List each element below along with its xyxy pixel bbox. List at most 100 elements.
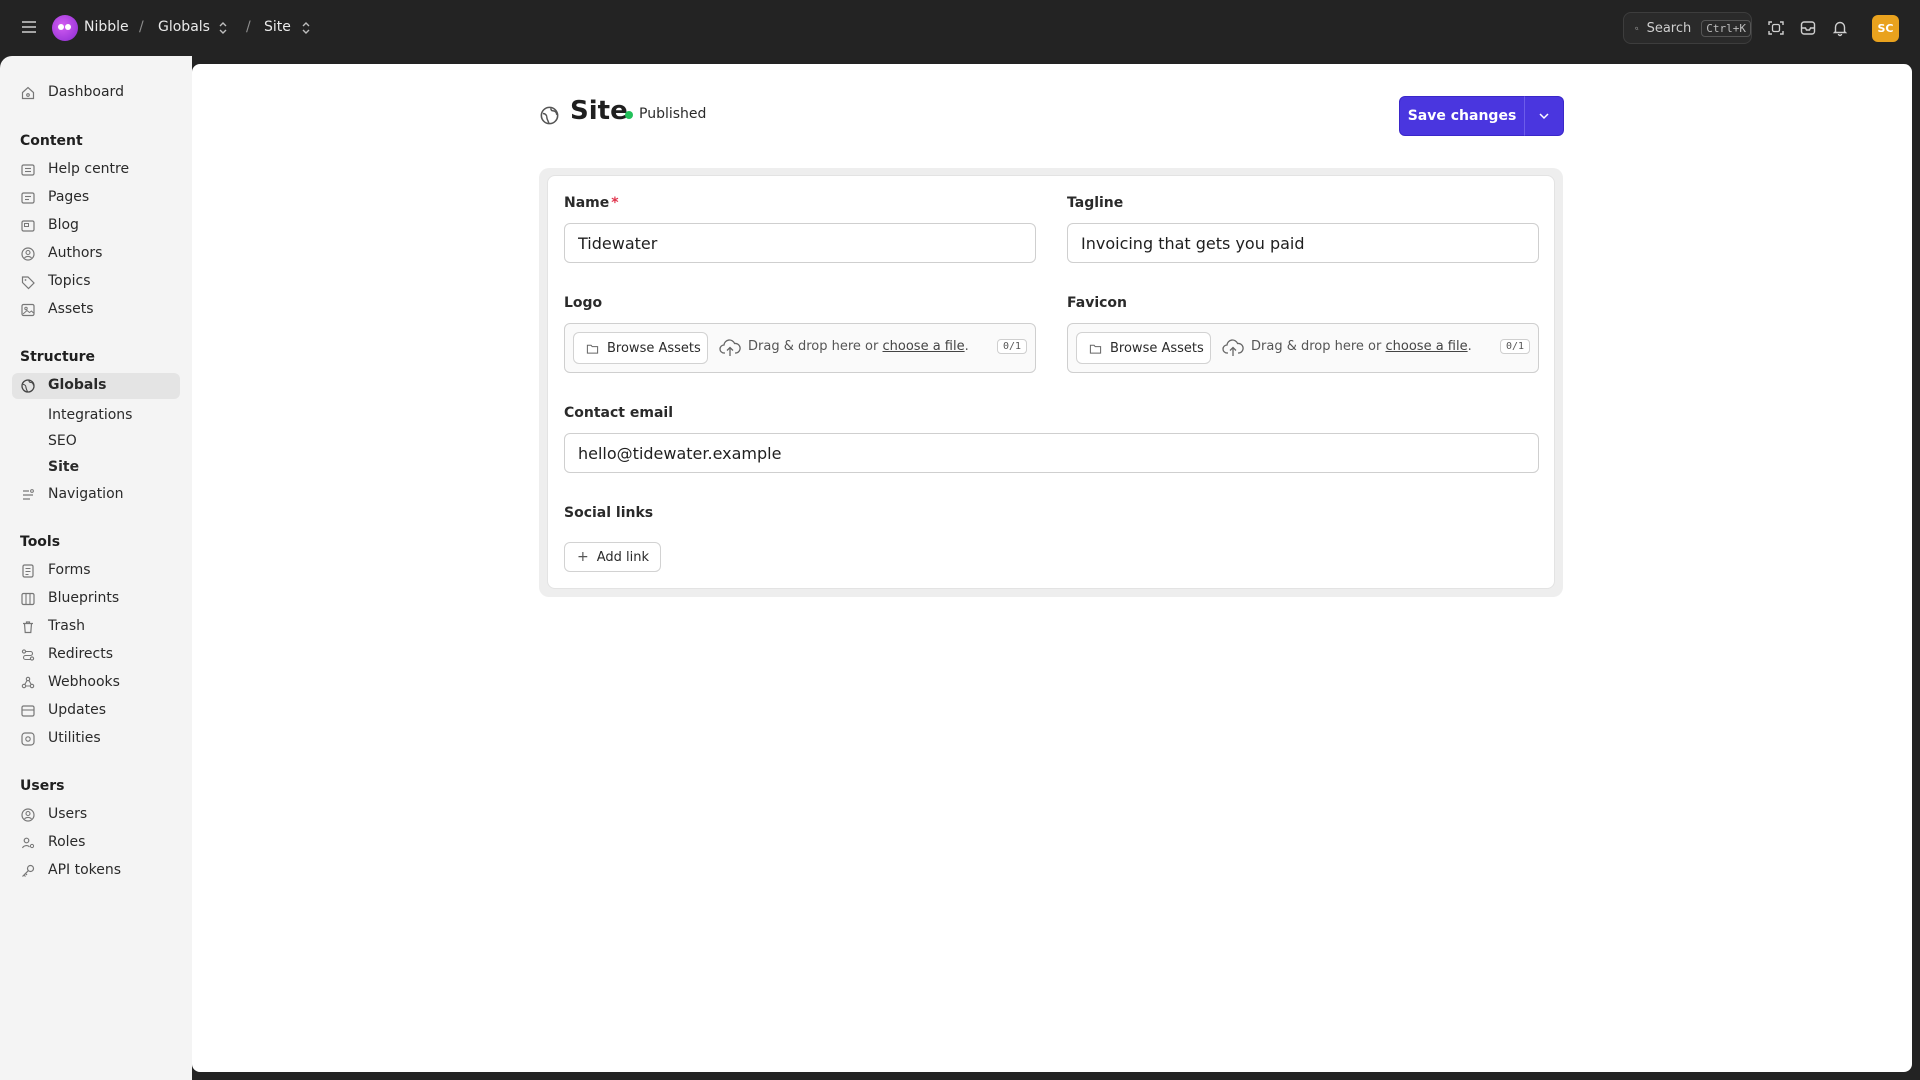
favicon-choose-file-link[interactable]: choose a file xyxy=(1386,339,1468,354)
sidebar-item-label: Updates xyxy=(48,702,106,718)
logo-uploader[interactable]: Browse Assets Drag & drop here or choose… xyxy=(564,323,1036,373)
browse-label: Browse Assets xyxy=(1110,340,1204,356)
scan-icon[interactable] xyxy=(1767,19,1785,37)
sidebar-item-updates[interactable]: Updates xyxy=(12,698,180,724)
sidebar-item-roles[interactable]: Roles xyxy=(12,830,180,856)
sidebar-item-label: Help centre xyxy=(48,161,130,177)
search-shortcut: Ctrl+K xyxy=(1701,19,1751,37)
sidebar-item-api-tokens[interactable]: API tokens xyxy=(12,858,180,884)
sidebar-item-utilities[interactable]: Utilities xyxy=(12,726,180,752)
sidebar-item-dashboard[interactable]: Dashboard xyxy=(12,80,180,106)
roles-icon xyxy=(21,837,35,849)
sidebar-item-label: Blog xyxy=(48,217,79,233)
social-links-label: Social links xyxy=(564,505,654,521)
sidebar-item-users[interactable]: Users xyxy=(12,802,180,828)
required-marker: * xyxy=(611,195,619,211)
logo-choose-file-link[interactable]: choose a file xyxy=(883,339,965,354)
sidebar: Dashboard Content Help centre Pages Blog… xyxy=(0,56,192,1080)
sidebar-item-redirects[interactable]: Redirects xyxy=(12,642,180,668)
sidebar-item-blog[interactable]: Blog xyxy=(12,213,180,239)
sidebar-item-navigation[interactable]: Navigation xyxy=(12,482,180,508)
sidebar-section-structure: Structure xyxy=(20,349,96,365)
sidebar-item-help-centre[interactable]: Help centre xyxy=(12,157,180,183)
sidebar-item-label: Assets xyxy=(48,301,94,317)
contact-email-label: Contact email xyxy=(564,405,673,421)
sidebar-item-globals[interactable]: Globals xyxy=(12,373,180,399)
pages-icon xyxy=(21,192,35,204)
inbox-icon[interactable] xyxy=(1799,19,1817,37)
main-content: Site Published Save changes Name* Taglin… xyxy=(192,64,1912,1072)
sidebar-item-authors[interactable]: Authors xyxy=(12,241,180,267)
drop-suffix: . xyxy=(964,339,969,354)
search-button[interactable]: Search Ctrl+K xyxy=(1623,12,1752,44)
hamburger-menu-icon[interactable] xyxy=(20,18,38,36)
name-input[interactable] xyxy=(564,223,1036,263)
sidebar-item-label: Topics xyxy=(48,273,91,289)
chevron-down-icon xyxy=(1539,113,1549,120)
favicon-count-badge: 0/1 xyxy=(1499,339,1530,354)
brand-logo-icon[interactable] xyxy=(52,15,78,41)
add-link-label: Add link xyxy=(596,549,650,565)
updates-icon xyxy=(21,705,35,717)
chevron-up-down-icon[interactable] xyxy=(300,20,312,36)
sidebar-item-forms[interactable]: Forms xyxy=(12,558,180,584)
breadcrumb-site[interactable]: Site xyxy=(264,19,291,35)
breadcrumb-globals[interactable]: Globals xyxy=(158,19,210,35)
sidebar-item-assets[interactable]: Assets xyxy=(12,297,180,323)
sidebar-subitem-integrations[interactable]: Integrations xyxy=(48,407,132,423)
tagline-label: Tagline xyxy=(1067,195,1124,211)
authors-icon xyxy=(21,247,35,261)
sidebar-item-pages[interactable]: Pages xyxy=(12,185,180,211)
status-indicator xyxy=(625,111,633,119)
sidebar-item-label: Authors xyxy=(48,245,103,261)
favicon-browse-assets-button[interactable]: Browse Assets xyxy=(1076,332,1211,364)
status-badge: Published xyxy=(639,106,707,122)
key-icon xyxy=(22,864,35,877)
add-link-button[interactable]: + Add link xyxy=(564,542,661,572)
folder-icon xyxy=(586,344,599,354)
sidebar-item-label: Webhooks xyxy=(48,674,120,690)
globe-icon xyxy=(21,379,35,393)
sidebar-item-blueprints[interactable]: Blueprints xyxy=(12,586,180,612)
brand-name[interactable]: Nibble xyxy=(84,19,129,35)
sidebar-section-users: Users xyxy=(20,778,65,794)
help-centre-icon xyxy=(21,164,35,176)
sidebar-item-webhooks[interactable]: Webhooks xyxy=(12,670,180,696)
logo-label: Logo xyxy=(564,295,603,311)
favicon-drop-text: Drag & drop here or choose a file. xyxy=(1251,339,1472,354)
favicon-uploader[interactable]: Browse Assets Drag & drop here or choose… xyxy=(1067,323,1539,373)
name-label-text: Name xyxy=(564,195,610,211)
drop-text: Drag & drop here or xyxy=(748,339,879,354)
sidebar-subitem-site[interactable]: Site xyxy=(48,459,79,475)
bell-icon[interactable] xyxy=(1831,19,1849,37)
sidebar-item-label: Utilities xyxy=(48,730,101,746)
sidebar-subitem-seo[interactable]: SEO xyxy=(48,433,77,449)
sidebar-item-label: Redirects xyxy=(48,646,114,662)
sidebar-item-topics[interactable]: Topics xyxy=(12,269,180,295)
search-label: Search xyxy=(1646,20,1692,36)
page-title: Site xyxy=(570,96,628,126)
users-icon xyxy=(21,808,35,822)
sidebar-item-label: Dashboard xyxy=(48,84,124,100)
breadcrumb-separator: / xyxy=(139,19,144,35)
sidebar-item-label: Roles xyxy=(48,834,86,850)
logo-browse-assets-button[interactable]: Browse Assets xyxy=(573,332,708,364)
webhooks-icon xyxy=(21,676,35,689)
search-icon xyxy=(1635,26,1639,30)
cloud-upload-icon xyxy=(719,339,741,356)
save-changes-button[interactable]: Save changes xyxy=(1399,96,1525,136)
trash-icon xyxy=(23,621,33,634)
user-avatar[interactable]: SC xyxy=(1872,15,1899,42)
chevron-up-down-icon[interactable] xyxy=(217,20,229,36)
contact-email-input[interactable] xyxy=(564,433,1539,473)
tagline-input[interactable] xyxy=(1067,223,1539,263)
breadcrumb-separator: / xyxy=(246,19,251,35)
browse-label: Browse Assets xyxy=(607,340,701,356)
sidebar-section-tools: Tools xyxy=(20,534,61,550)
sidebar-item-trash[interactable]: Trash xyxy=(12,614,180,640)
sidebar-item-label: Navigation xyxy=(48,486,124,502)
globe-icon xyxy=(540,106,559,125)
drop-text: Drag & drop here or xyxy=(1251,339,1382,354)
save-options-button[interactable] xyxy=(1524,96,1564,136)
sidebar-section-content: Content xyxy=(20,133,83,149)
